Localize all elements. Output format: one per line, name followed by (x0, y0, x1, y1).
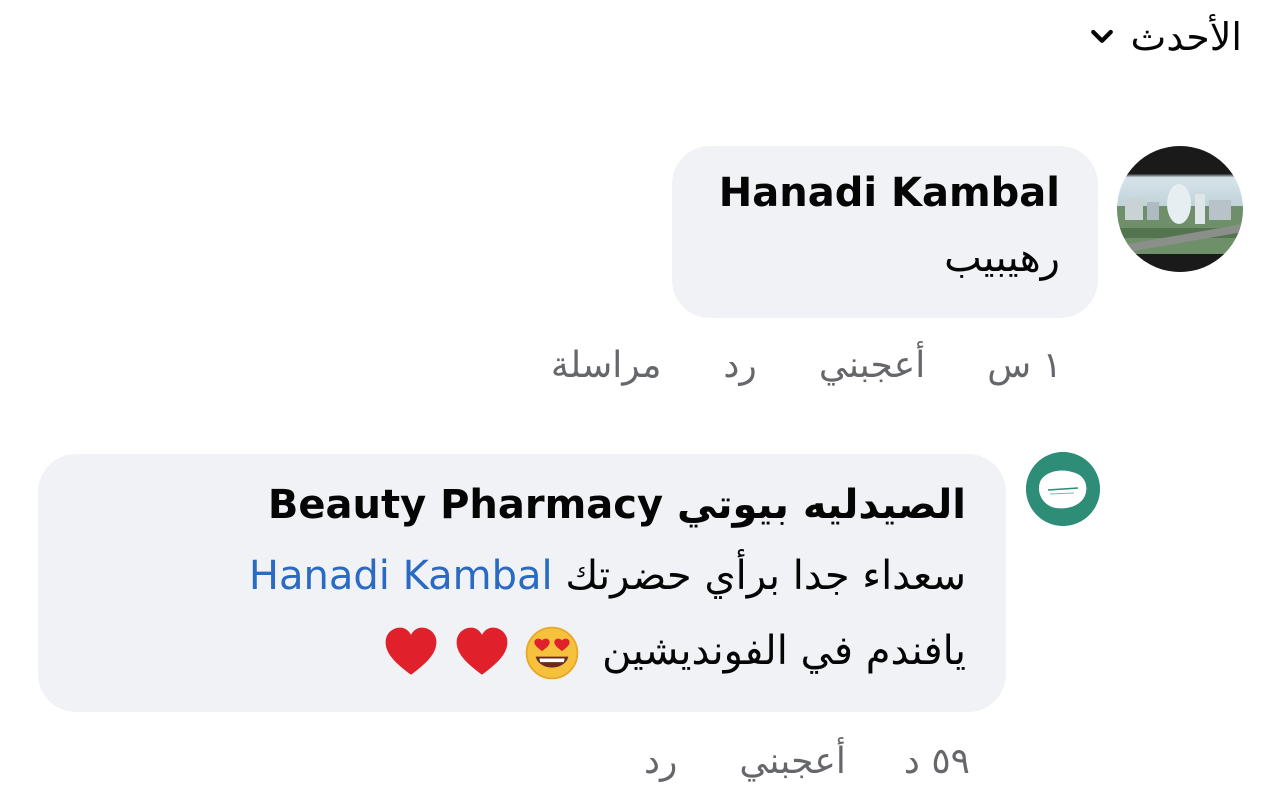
sort-dropdown[interactable]: الأحدث (1087, 12, 1242, 62)
comment-time[interactable]: ١ س (987, 344, 1062, 388)
comment-text-line-1: سعداء جدا برأي حضرتك Hanadi Kambal (78, 550, 966, 602)
comment-text-end: يافندم في الفونديشين (602, 628, 966, 674)
avatar-photo (1117, 146, 1243, 272)
red-heart-emoji (385, 627, 437, 675)
red-heart-emoji (456, 627, 508, 675)
comment-author[interactable]: الصيدليه بيوتي Beauty Pharmacy (78, 480, 966, 530)
comment-bubble: الصيدليه بيوتي Beauty Pharmacy سعداء جدا… (38, 454, 1006, 712)
comment-text-line-2: يافندم في الفونديشين (78, 624, 966, 682)
avatar[interactable] (1117, 146, 1243, 272)
comment-author[interactable]: Hanadi Kambal (710, 168, 1060, 218)
comment-text: رهيبيب (944, 235, 1060, 281)
reply-button[interactable]: رد (723, 344, 756, 388)
avatar[interactable] (1026, 452, 1100, 526)
comment-actions: ٥٩ د أعجبني رد (644, 740, 970, 784)
pharmacy-logo-icon (1026, 452, 1100, 526)
mention-link[interactable]: Hanadi Kambal (249, 553, 553, 599)
chevron-down-icon (1090, 29, 1113, 43)
comment-time[interactable]: ٥٩ د (904, 740, 970, 784)
like-button[interactable]: أعجبني (819, 344, 925, 388)
comment-text-start: سعداء جدا برأي حضرتك (565, 553, 966, 599)
heart-eyes-emoji (526, 626, 579, 680)
like-button[interactable]: أعجبني (739, 740, 845, 784)
reply-button[interactable]: رد (644, 740, 677, 784)
message-button[interactable]: مراسلة (551, 344, 662, 388)
sort-label: الأحدث (1130, 15, 1242, 59)
comment-actions: ١ س أعجبني رد مراسلة (551, 344, 1062, 388)
emoji-group (382, 624, 581, 682)
comment-bubble: Hanadi Kambal رهيبيب (672, 146, 1098, 318)
